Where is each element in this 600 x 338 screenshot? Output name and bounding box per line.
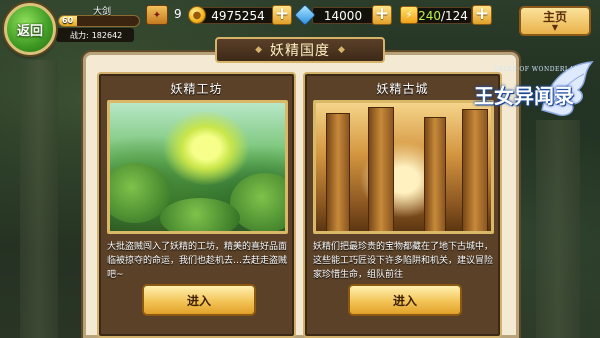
combat-power: 战力: 182642 bbox=[56, 28, 134, 42]
gold-coin-icon: ● bbox=[188, 6, 206, 24]
rank-value: 9 bbox=[174, 7, 182, 21]
enter-workshop-button[interactable]: 进入 bbox=[142, 284, 256, 316]
logo-english: TALES OF WONDERLAND bbox=[494, 66, 586, 73]
power-label: 战力: bbox=[70, 30, 89, 40]
back-button-label: 返回 bbox=[16, 23, 43, 39]
main-menu-button[interactable]: 主页 ▼ bbox=[519, 6, 591, 36]
energy-current: 240 bbox=[418, 8, 441, 23]
fairy-ancient-city-image bbox=[313, 100, 494, 234]
panel-title-text: 妖精国度 bbox=[270, 43, 330, 59]
chevron-down-icon: ▼ bbox=[551, 22, 559, 32]
power-value: 182642 bbox=[91, 30, 123, 40]
energy-max: /124 bbox=[440, 8, 468, 23]
add-diamond-button[interactable]: + bbox=[372, 5, 392, 25]
tree-foliage bbox=[230, 173, 285, 231]
enter-ancient-city-button[interactable]: 进入 bbox=[348, 284, 462, 316]
fairy-workshop-image bbox=[107, 100, 288, 234]
background-tree-trunk bbox=[20, 60, 58, 338]
energy-lightning-icon: ⚡ bbox=[400, 6, 418, 24]
game-logo: TALES OF WONDERLAND 王女异闻录 bbox=[468, 60, 596, 130]
back-button[interactable]: 返回 bbox=[4, 3, 56, 55]
gold-amount: 4975254 bbox=[200, 7, 276, 24]
logo-chinese: 王女异闻录 bbox=[474, 84, 574, 108]
title-ornament-icon: ◆ bbox=[255, 45, 262, 55]
main-menu-label: 主页 bbox=[542, 9, 567, 24]
background-tree-trunk bbox=[536, 120, 580, 338]
panel-title: ◆ 妖精国度 ◆ bbox=[215, 37, 385, 63]
card-description: 大批盗贼闯入了妖精的工坊，精美的喜好品面临被掠夺的命运，我们也趁机去…去赶走盗贼… bbox=[107, 242, 288, 280]
title-ornament-icon: ◆ bbox=[338, 45, 345, 55]
rank-badge-icon[interactable]: ✦ bbox=[146, 5, 168, 25]
player-name: 大剑 bbox=[93, 7, 112, 17]
energy-amount: 240 /124 bbox=[414, 7, 472, 24]
ruin-pillar bbox=[368, 107, 394, 231]
diamond-amount: 14000 bbox=[312, 7, 374, 24]
player-level: 60 bbox=[62, 16, 74, 25]
add-energy-button[interactable]: + bbox=[472, 5, 492, 25]
ruin-pillar bbox=[424, 117, 446, 231]
ruin-pillar bbox=[326, 113, 350, 231]
fairy-workshop-card[interactable]: 妖精工坊 大批盗贼闯入了妖精的工坊，精美的喜好品面临被掠夺的命运，我们也趁机去…… bbox=[97, 72, 296, 338]
card-title: 妖精工坊 bbox=[170, 82, 223, 96]
add-gold-button[interactable]: + bbox=[272, 5, 292, 25]
tree-foliage bbox=[160, 198, 240, 231]
card-description: 妖精们把最珍贵的宝物都藏在了地下古城中，这些能工巧匠设下许多陷阱和机关，建议冒险… bbox=[313, 242, 494, 280]
